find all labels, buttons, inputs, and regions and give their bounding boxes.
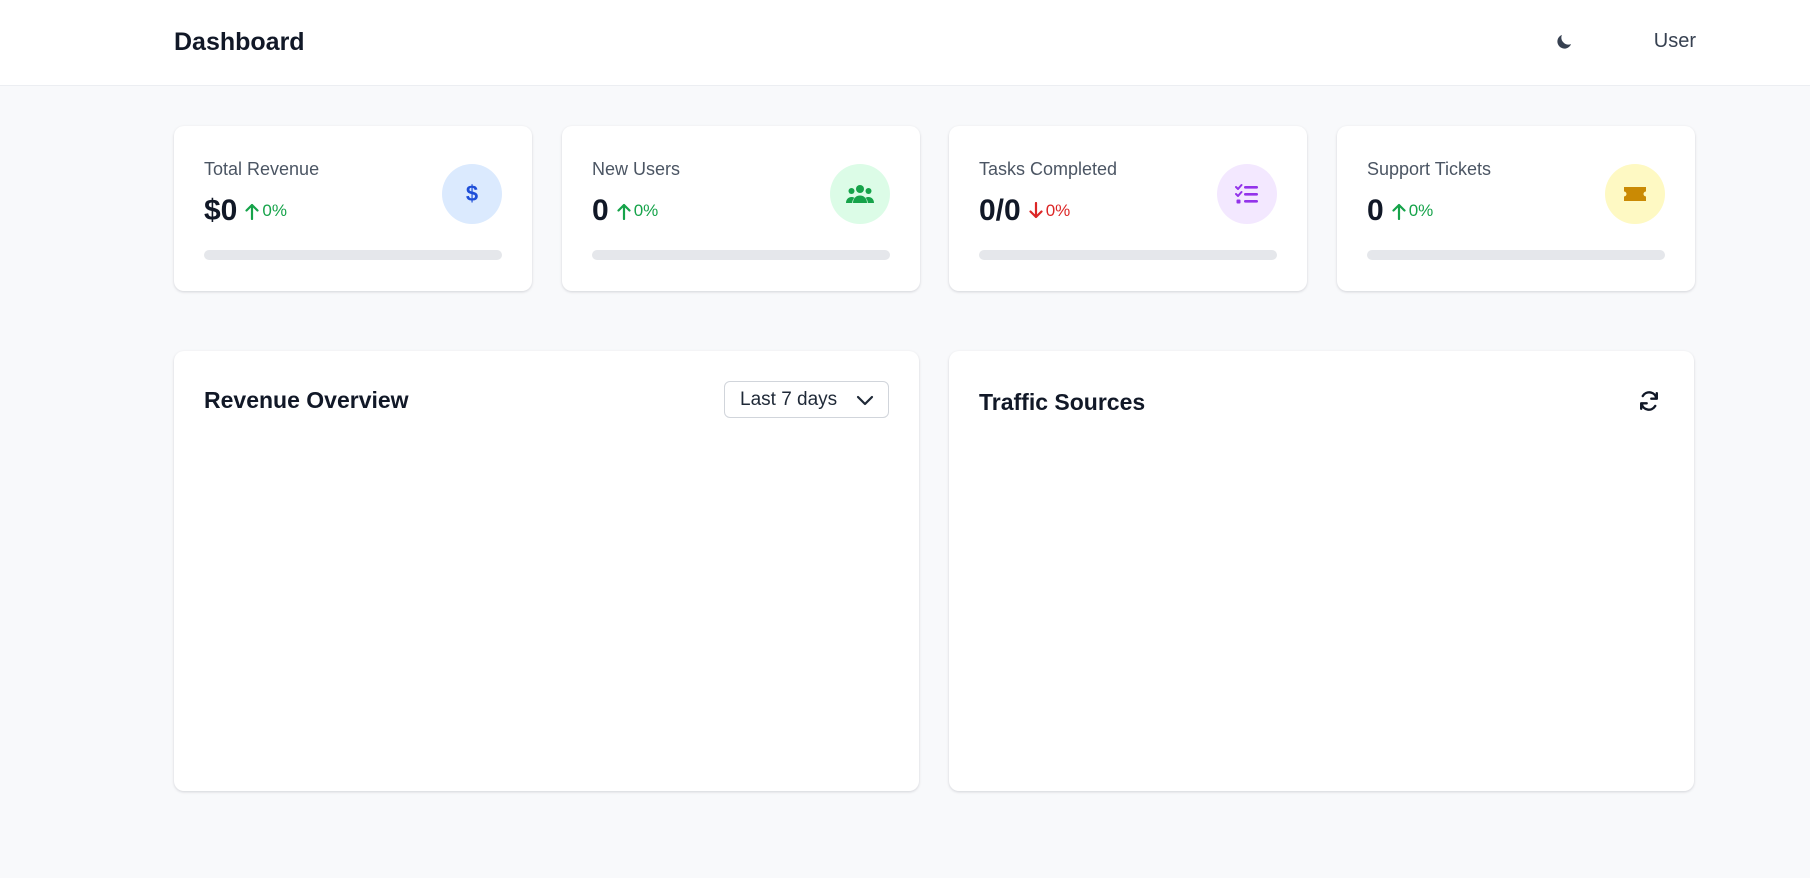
page-title: Dashboard xyxy=(174,28,305,56)
stat-change: 0% xyxy=(1029,201,1071,221)
stat-value-row: 0 0% xyxy=(592,194,658,228)
arrow-down-icon xyxy=(1029,202,1043,219)
stat-label: Total Revenue xyxy=(204,159,320,179)
user-menu[interactable]: User xyxy=(1640,30,1696,53)
stat-change-value: 0% xyxy=(1408,201,1434,220)
top-navbar: Dashboard User xyxy=(0,0,1810,86)
stat-icon-badge xyxy=(1217,164,1277,224)
stat-value: $0 xyxy=(204,194,238,227)
theme-toggle-button[interactable] xyxy=(1548,26,1580,58)
stat-card-new-users: New Users 0 0% xyxy=(562,126,920,291)
svg-text:$: $ xyxy=(466,181,478,206)
stat-progress-bar xyxy=(1367,250,1665,260)
users-icon xyxy=(846,185,874,203)
stat-change-value: 0% xyxy=(1045,201,1071,220)
stat-change: 0% xyxy=(1392,201,1434,221)
revenue-overview-panel: Revenue Overview Last 7 days xyxy=(174,351,919,791)
stat-card-support-tickets: Support Tickets 0 0% xyxy=(1337,126,1695,291)
chevron-down-icon xyxy=(856,395,874,405)
dollar-icon: $ xyxy=(466,181,478,206)
stat-icon-badge: $ xyxy=(442,164,502,224)
date-range-value: Last 7 days xyxy=(740,388,838,410)
stat-value: 0/0 xyxy=(979,194,1021,227)
stat-change-value: 0% xyxy=(633,201,659,220)
moon-icon xyxy=(1557,34,1572,49)
traffic-sources-panel: Traffic Sources xyxy=(949,351,1694,791)
stat-label: Tasks Completed xyxy=(979,159,1118,179)
ticket-icon xyxy=(1624,187,1646,201)
panel-title: Traffic Sources xyxy=(979,389,1146,415)
refresh-icon xyxy=(1640,391,1658,411)
stat-card-total-revenue: Total Revenue $0 0% $ xyxy=(174,126,532,291)
stat-change: 0% xyxy=(245,201,287,221)
stat-value: 0 xyxy=(592,194,609,227)
arrow-up-icon xyxy=(1392,203,1406,220)
panel-title: Revenue Overview xyxy=(204,387,409,413)
revenue-chart-area xyxy=(204,441,889,761)
arrow-up-icon xyxy=(617,203,631,220)
stat-card-tasks-completed: Tasks Completed 0/0 0% xyxy=(949,126,1307,291)
stat-label: New Users xyxy=(592,159,681,179)
refresh-button[interactable] xyxy=(1635,387,1663,415)
stat-change-value: 0% xyxy=(262,201,287,220)
stat-change: 0% xyxy=(617,201,659,221)
stat-icon-badge xyxy=(1605,164,1665,224)
stat-icon-badge xyxy=(830,164,890,224)
stat-progress-bar xyxy=(979,250,1277,260)
traffic-chart-area xyxy=(979,441,1664,761)
stat-value: 0 xyxy=(1367,194,1384,227)
stat-value-row: 0/0 0% xyxy=(979,194,1070,228)
date-range-select[interactable]: Last 7 days xyxy=(724,381,889,418)
stat-progress-bar xyxy=(592,250,890,260)
stat-progress-bar xyxy=(204,250,502,260)
stat-value-row: 0 0% xyxy=(1367,194,1433,228)
task-list-icon xyxy=(1235,184,1258,204)
stat-value-row: $0 0% xyxy=(204,194,287,228)
arrow-up-icon xyxy=(245,203,259,220)
stat-label: Support Tickets xyxy=(1367,159,1492,179)
